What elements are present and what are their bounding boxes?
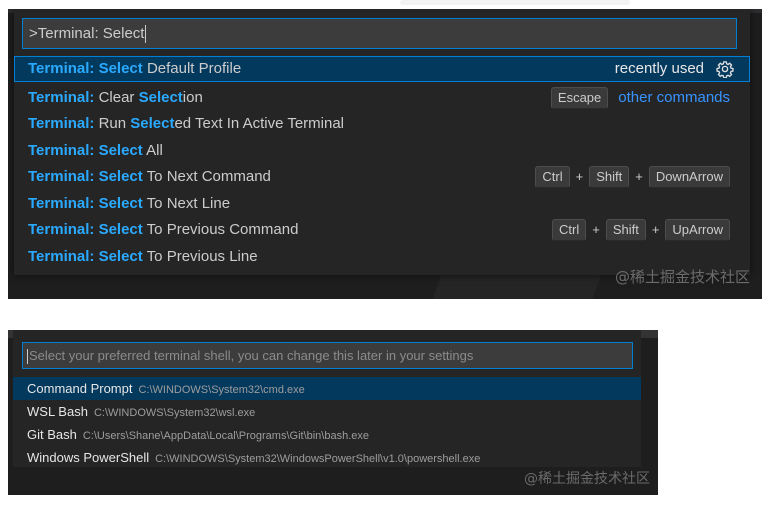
match-prefix: Terminal: — [28, 195, 95, 212]
match-highlight: Select — [98, 248, 143, 265]
shell-item-git-bash[interactable]: Git Bash C:\Users\Shane\AppData\Local\Pro… — [13, 423, 641, 446]
shell-path: C:\WINDOWS\System32\cmd.exe — [138, 384, 305, 396]
other-commands-link[interactable]: other commands — [618, 85, 730, 111]
terminal-shell-picker-panel: Select your preferred terminal shell, yo… — [8, 330, 658, 495]
command-item-rest: To Previous Line — [142, 248, 258, 265]
keybinding-key: Escape — [550, 87, 609, 109]
command-item-rest: ed Text In Active Terminal — [174, 115, 345, 132]
command-item-select-next-command[interactable]: Terminal: Select To Next Command Ctrl + … — [14, 164, 750, 190]
command-item-label: Terminal: Select All — [28, 138, 163, 164]
shell-item-entry: Git Bash C:\Users\Shane\AppData\Local\Pro… — [27, 423, 369, 448]
match-highlight: Select — [138, 89, 183, 106]
match-prefix: Terminal: — [28, 89, 95, 106]
command-item-select-next-line[interactable]: Terminal: Select To Next Line — [14, 191, 750, 217]
key-separator: + — [651, 222, 660, 237]
command-item-label: Terminal: Select Default Profile — [28, 56, 241, 82]
command-item-select-all[interactable]: Terminal: Select All — [14, 138, 750, 164]
shell-path: C:\WINDOWS\System32\WindowsPowerShell\v1… — [155, 453, 481, 465]
keybinding: Ctrl + Shift + DownArrow — [535, 164, 730, 190]
keybinding-key: DownArrow — [648, 166, 730, 188]
key-separator: + — [592, 222, 600, 237]
shell-path: C:\WINDOWS\System32\wsl.exe — [93, 407, 256, 419]
keybinding-key: UpArrow — [665, 219, 730, 241]
command-item-label: Terminal: Select To Previous Line — [28, 244, 258, 270]
command-item-select-previous-command[interactable]: Terminal: Select To Previous Command Ctr… — [14, 217, 750, 243]
match-highlight: Select — [98, 221, 143, 238]
shell-item-entry: Windows PowerShell C:\WINDOWS\System32\Wi… — [27, 446, 480, 471]
command-item-pre: Run — [94, 115, 131, 132]
command-item-select-default-profile[interactable]: Terminal: Select Default Profile recentl… — [14, 56, 750, 82]
command-palette-panel: >Terminal: Select Terminal: Select Defau… — [8, 9, 762, 299]
command-item-label: Terminal: Select To Previous Command — [28, 217, 298, 243]
command-item-label: Terminal: Run Selected Text In Active Te… — [28, 111, 344, 137]
shell-item-entry: WSL Bash C:\WINDOWS\System32\wsl.exe — [27, 400, 255, 425]
text-caret — [145, 25, 147, 44]
command-item-pre: Clear — [94, 89, 139, 106]
command-input[interactable]: >Terminal: Select — [22, 18, 737, 49]
shell-item-windows-powershell[interactable]: Windows PowerShell C:\WINDOWS\System32\Wi… — [13, 446, 641, 469]
match-prefix: Terminal: — [28, 168, 95, 185]
match-highlight: Select — [98, 168, 143, 185]
match-prefix: Terminal: — [28, 221, 95, 238]
command-item-run-selected-text[interactable]: Terminal: Run Selected Text In Active Te… — [14, 111, 750, 137]
match-highlight: Select — [130, 115, 175, 132]
match-prefix: Terminal: — [28, 115, 95, 132]
shell-search-placeholder: Select your preferred terminal shell, yo… — [29, 348, 474, 363]
keybinding-key: Shift — [589, 166, 630, 188]
keybinding-key: Ctrl — [535, 166, 570, 188]
shell-search-input[interactable]: Select your preferred terminal shell, yo… — [22, 342, 633, 369]
key-separator: + — [635, 169, 643, 184]
shell-item-entry: Command Prompt C:\WINDOWS\System32\cmd.ex… — [27, 377, 305, 402]
match-highlight: Select — [98, 142, 143, 159]
shell-name: Command Prompt — [27, 381, 133, 396]
keybinding: Ctrl + Shift + UpArrow — [552, 217, 730, 243]
command-input-value: >Terminal: Select — [29, 25, 145, 42]
text-caret — [27, 349, 28, 365]
shell-item-command-prompt[interactable]: Command Prompt C:\WINDOWS\System32\cmd.ex… — [13, 377, 641, 400]
match-highlight: Select — [98, 195, 143, 212]
top-edge-artifact — [400, 0, 630, 5]
keybinding-key: Ctrl — [552, 219, 587, 241]
shell-name: Git Bash — [27, 427, 77, 442]
match-prefix: Terminal: — [28, 60, 95, 77]
quick-pick-widget: >Terminal: Select Terminal: Select Defau… — [14, 9, 750, 275]
command-item-rest: ion — [182, 89, 203, 106]
command-item-rest: All — [142, 142, 163, 159]
screenshot-canvas: >Terminal: Select Terminal: Select Defau… — [0, 0, 774, 515]
command-item-rest: Default Profile — [142, 60, 242, 77]
gear-icon[interactable] — [716, 60, 734, 78]
recently-used-label: recently used — [614, 60, 704, 77]
command-item-rest: To Next Command — [142, 168, 271, 185]
keybinding-key: Shift — [605, 219, 646, 241]
shell-name: WSL Bash — [27, 404, 88, 419]
match-prefix: Terminal: — [28, 142, 95, 159]
match-prefix: Terminal: — [28, 248, 95, 265]
command-item-label: Terminal: Select To Next Command — [28, 164, 271, 190]
shell-name: Windows PowerShell — [27, 450, 150, 465]
command-item-label: Terminal: Select To Next Line — [28, 191, 230, 217]
watermark: @稀土掘金技术社区 — [614, 268, 750, 286]
watermark: @稀土掘金技术社区 — [524, 471, 650, 487]
command-item-label: Terminal: Clear Selection — [28, 85, 203, 111]
item-meta: Escape other commands — [550, 85, 730, 111]
command-item-rest: To Previous Command — [142, 221, 299, 238]
command-item-rest: To Next Line — [142, 195, 231, 212]
match-highlight: Select — [98, 60, 143, 77]
command-item-clear-selection[interactable]: Terminal: Clear Selection Escape other c… — [14, 85, 750, 111]
item-meta: recently used — [615, 56, 734, 82]
shell-path: C:\Users\Shane\AppData\Local\Programs\Gi… — [82, 430, 370, 442]
key-separator: + — [575, 169, 584, 184]
quick-pick-widget: Select your preferred terminal shell, yo… — [13, 330, 641, 467]
shell-item-wsl-bash[interactable]: WSL Bash C:\WINDOWS\System32\wsl.exe — [13, 400, 641, 423]
